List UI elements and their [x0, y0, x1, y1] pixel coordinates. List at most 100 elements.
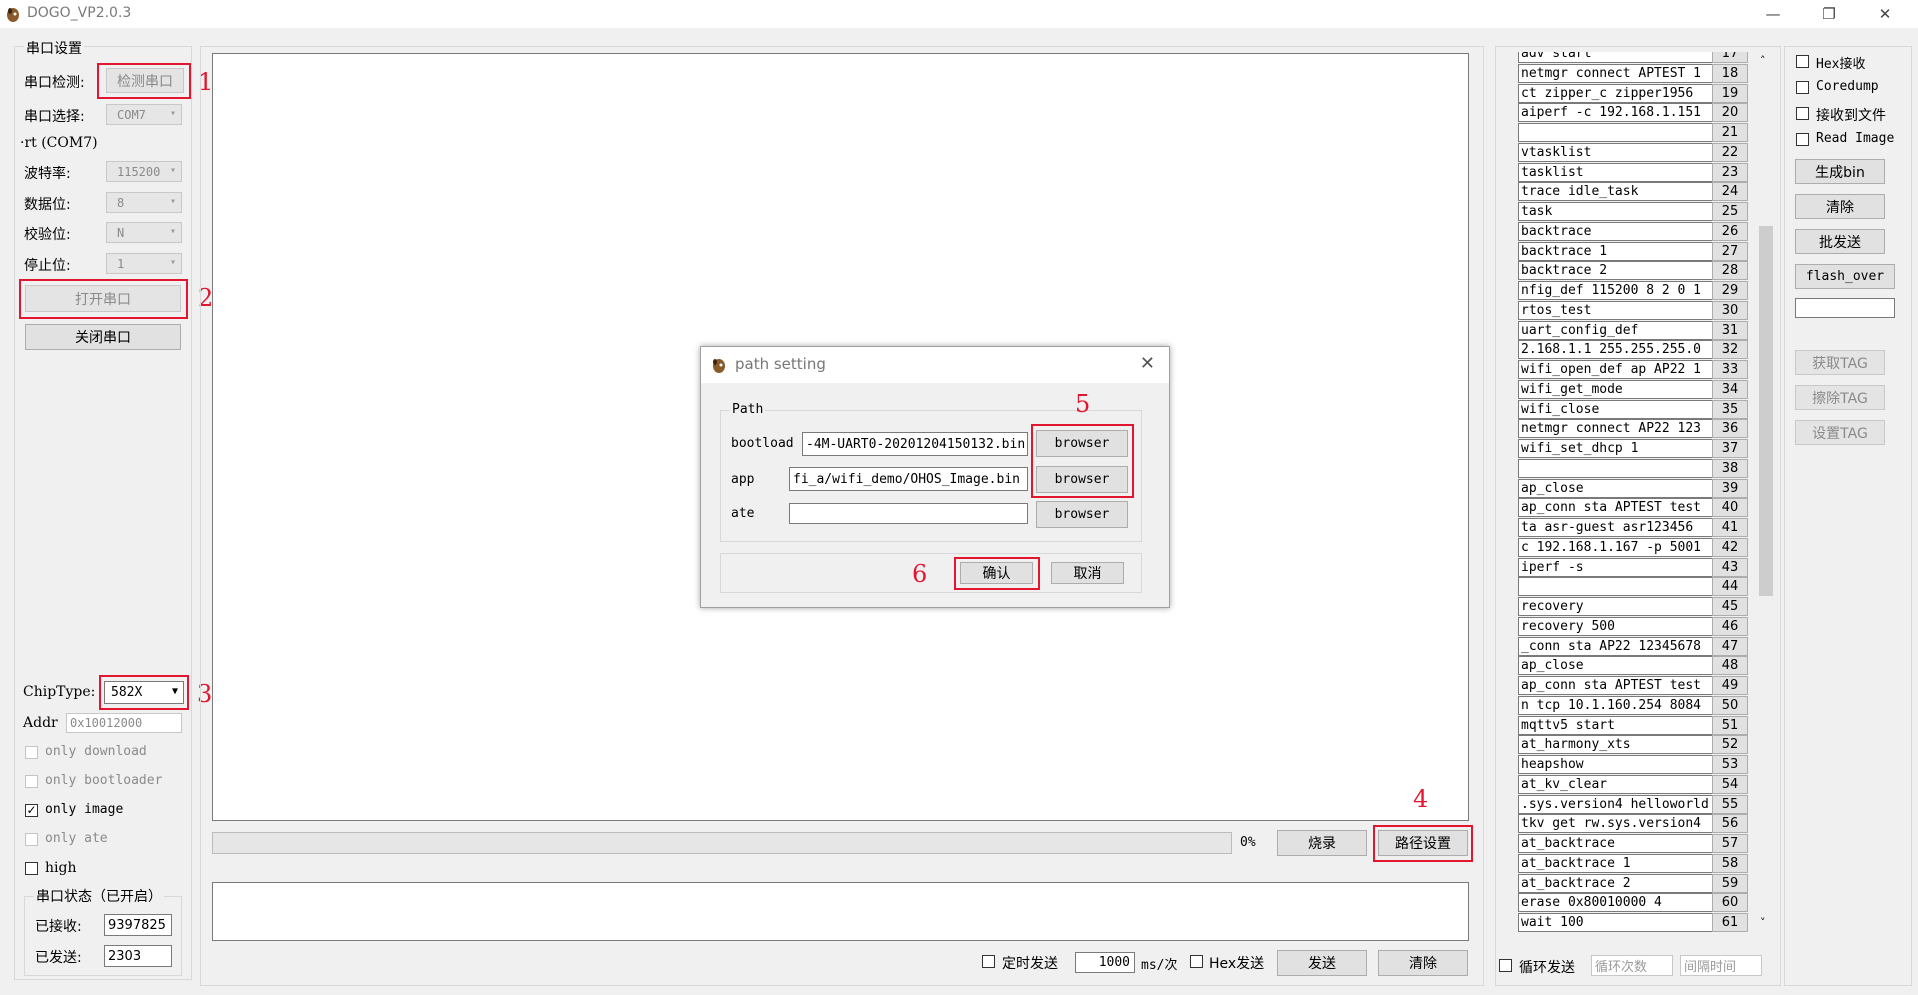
erase-tag-button[interactable]: 擦除TAG [1795, 385, 1885, 410]
timed-send-checkbox[interactable] [982, 955, 995, 968]
command-send-button[interactable]: 23 [1712, 162, 1748, 182]
command-entry[interactable]: rtos_test [1518, 300, 1725, 320]
command-send-button[interactable]: 27 [1712, 241, 1748, 261]
command-entry[interactable]: ap_conn sta APTEST test [1518, 498, 1725, 518]
command-entry[interactable]: uart_config_def [1518, 320, 1725, 340]
command-entry[interactable]: 2.168.1.1 255.255.255.0 [1518, 340, 1725, 360]
command-send-button[interactable]: 19 [1712, 83, 1748, 103]
bootload-path-input[interactable]: -4M-UART0-20201204150132.bin [802, 432, 1028, 456]
ate-browse-button[interactable]: browser [1036, 501, 1128, 528]
command-send-button[interactable]: 22 [1712, 142, 1748, 162]
command-send-button[interactable]: 57 [1712, 834, 1748, 853]
command-entry[interactable]: wifi_get_mode [1518, 379, 1725, 399]
command-entry[interactable]: at_backtrace 2 [1518, 873, 1725, 893]
command-send-button[interactable]: 25 [1712, 202, 1748, 221]
baud-select[interactable]: 115200 ▾ [106, 161, 182, 182]
command-entry[interactable]: wait 100 [1518, 913, 1725, 932]
loop-send-checkbox[interactable] [1499, 959, 1512, 972]
command-send-button[interactable]: 44 [1712, 577, 1748, 597]
dialog-close-icon[interactable]: ✕ [1140, 353, 1155, 374]
receive-to-file-checkbox[interactable] [1796, 107, 1809, 120]
loop-count-input[interactable]: 循环次数 [1591, 955, 1673, 976]
command-send-button[interactable]: 46 [1712, 616, 1748, 636]
command-entry[interactable]: mqttv5 start [1518, 715, 1725, 735]
hex-receive-checkbox[interactable] [1796, 55, 1809, 68]
command-entry[interactable]: recovery 500 [1518, 616, 1725, 636]
command-entry[interactable]: netmgr connect AP22 123 [1518, 419, 1725, 439]
command-entry[interactable] [1518, 123, 1725, 142]
command-send-button[interactable]: 29 [1712, 281, 1748, 300]
command-entry[interactable]: backtrace [1518, 221, 1725, 241]
command-send-button[interactable]: 61 [1712, 913, 1748, 932]
command-entry[interactable]: at_backtrace 1 [1518, 853, 1725, 873]
hex-send-checkbox[interactable] [1190, 955, 1203, 968]
command-send-button[interactable]: 41 [1712, 518, 1748, 537]
command-send-button[interactable]: 24 [1712, 182, 1748, 202]
clear-receive-button[interactable]: 清除 [1795, 194, 1885, 219]
command-entry[interactable]: ap_conn sta APTEST test [1518, 676, 1725, 695]
command-send-button[interactable]: 50 [1712, 695, 1748, 715]
command-send-button[interactable]: 52 [1712, 735, 1748, 755]
command-send-button[interactable]: 33 [1712, 360, 1748, 379]
scroll-up-icon[interactable]: ˄ [1760, 54, 1766, 67]
command-send-button[interactable]: 26 [1712, 221, 1748, 241]
command-send-button[interactable]: 39 [1712, 478, 1748, 498]
command-send-button[interactable]: 31 [1712, 320, 1748, 340]
command-entry[interactable]: c 192.168.1.167 -p 5001 [1518, 537, 1725, 557]
command-send-button[interactable]: 55 [1712, 794, 1748, 814]
command-send-button[interactable]: 54 [1712, 774, 1748, 794]
command-entry[interactable]: .sys.version4 helloworld [1518, 794, 1725, 814]
command-entry[interactable]: at_kv_clear [1518, 774, 1725, 794]
command-list-scrollbar[interactable]: ˄ ˅ [1757, 54, 1775, 934]
command-entry[interactable]: nfig_def 115200 8 2 0 1 [1518, 281, 1725, 300]
command-send-button[interactable]: 51 [1712, 715, 1748, 735]
command-send-button[interactable]: 35 [1712, 399, 1748, 419]
command-send-button[interactable]: 32 [1712, 340, 1748, 360]
command-send-button[interactable]: 28 [1712, 261, 1748, 281]
read-image-checkbox[interactable] [1796, 133, 1809, 146]
app-path-input[interactable]: fi_a/wifi_demo/OHOS_Image.bin [789, 467, 1028, 491]
command-send-button[interactable]: 34 [1712, 379, 1748, 399]
command-entry[interactable]: tasklist [1518, 162, 1725, 182]
interval-input[interactable]: 1000 [1075, 952, 1135, 973]
command-entry[interactable]: at_backtrace [1518, 834, 1725, 853]
only-image-checkbox[interactable]: ✓ [25, 804, 38, 817]
command-send-button[interactable]: 47 [1712, 636, 1748, 656]
only-download-checkbox[interactable] [25, 746, 38, 759]
flash-over-input[interactable] [1795, 298, 1895, 318]
command-entry[interactable] [1518, 577, 1725, 597]
dialog-cancel-button[interactable]: 取消 [1051, 562, 1124, 584]
close-port-button[interactable]: 关闭串口 [25, 324, 181, 350]
command-send-button[interactable]: 37 [1712, 439, 1748, 458]
command-entry[interactable]: n tcp 10.1.160.254 8084 [1518, 695, 1725, 715]
ate-path-input[interactable] [789, 503, 1028, 524]
flash-over-button[interactable]: flash_over [1795, 264, 1895, 289]
command-send-button[interactable]: 20 [1712, 103, 1748, 123]
command-send-button[interactable]: 43 [1712, 557, 1748, 577]
command-entry[interactable]: iperf -s [1518, 557, 1725, 577]
command-send-button[interactable]: 40 [1712, 498, 1748, 518]
command-send-button[interactable]: 59 [1712, 873, 1748, 893]
scroll-down-icon[interactable]: ˅ [1760, 916, 1766, 929]
command-send-button[interactable]: 18 [1712, 63, 1748, 83]
get-tag-button[interactable]: 获取TAG [1795, 350, 1885, 375]
command-send-button[interactable]: 17 [1712, 52, 1748, 63]
command-send-button[interactable]: 56 [1712, 814, 1748, 834]
command-send-button[interactable]: 30 [1712, 300, 1748, 320]
command-entry[interactable]: wifi_open_def ap AP22 1 [1518, 360, 1725, 379]
command-entry[interactable]: netmgr connect APTEST 1 [1518, 63, 1725, 83]
close-icon[interactable]: ✕ [1862, 0, 1908, 28]
coredump-checkbox[interactable] [1796, 81, 1809, 94]
command-entry[interactable]: erase 0x80010000 4 [1518, 893, 1725, 913]
command-entry[interactable]: wifi_close [1518, 399, 1725, 419]
port-select[interactable]: COM7 ▾ [106, 104, 182, 125]
command-send-button[interactable]: 21 [1712, 123, 1748, 142]
maximize-icon[interactable]: ❐ [1806, 0, 1852, 28]
command-send-button[interactable]: 60 [1712, 893, 1748, 913]
command-entry[interactable]: tkv get rw.sys.version4 [1518, 814, 1725, 834]
command-send-button[interactable]: 49 [1712, 676, 1748, 695]
command-entry[interactable]: vtasklist [1518, 142, 1725, 162]
only-bootloader-checkbox[interactable] [25, 775, 38, 788]
command-entry[interactable]: heapshow [1518, 755, 1725, 774]
command-entry[interactable]: trace idle_task [1518, 182, 1725, 202]
